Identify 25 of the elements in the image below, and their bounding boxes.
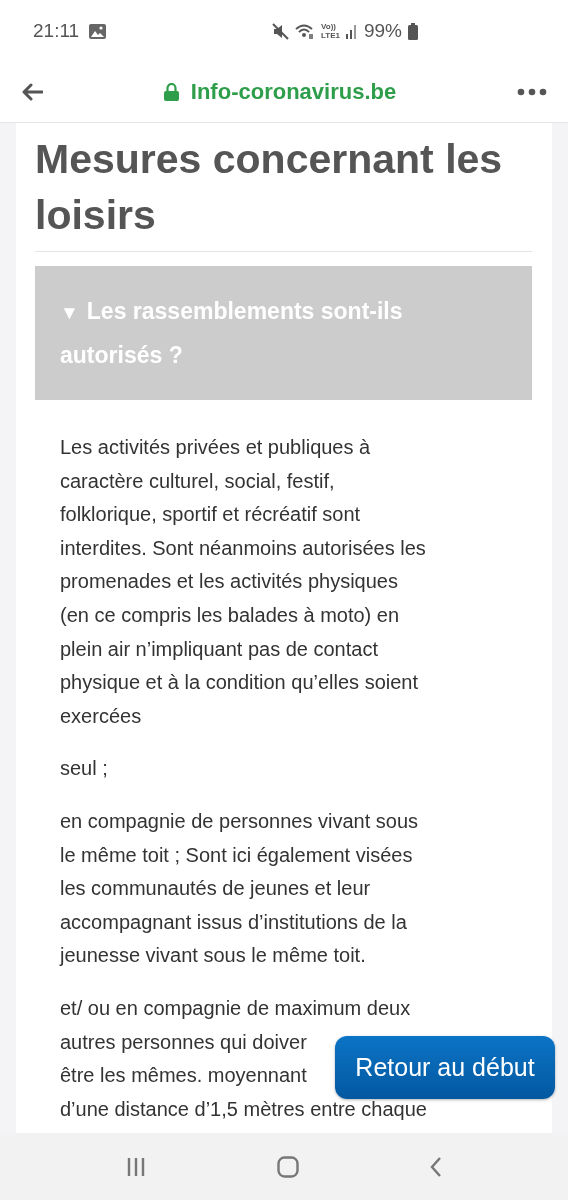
site-address[interactable]: Info-coronavirus.be <box>190 79 397 105</box>
recent-apps-icon[interactable] <box>125 1156 146 1177</box>
back-icon[interactable] <box>430 1156 443 1177</box>
more-icon[interactable] <box>517 88 547 96</box>
body-paragraph: en compagnie de personnes vivant sous le même toit ; Sont ici également visées les communautés de jeunes et leur accompagnant issus d’institutions de la jeunesse vivant sous le même toit. <box>60 808 419 969</box>
back-arrow-icon[interactable] <box>21 83 43 101</box>
back-to-top-button[interactable]: Retour au début <box>335 1036 555 1099</box>
signal-icon <box>345 23 358 39</box>
page-heading: Mesures concernant les loisirs <box>35 135 504 240</box>
volte-label: Vo)) <box>321 22 337 31</box>
text-line: autres personnes qui doiver <box>60 1029 307 1055</box>
home-icon[interactable] <box>277 1155 299 1178</box>
wifi-icon <box>295 22 315 40</box>
text-line: et/ ou en compagnie de maximum deux <box>60 995 411 1021</box>
body-paragraph: seul ; <box>60 756 109 782</box>
text-line: d’une distance d’1,5 mètres entre chaque <box>60 1096 427 1122</box>
text-line: être les mêmes. moyennant <box>60 1063 307 1089</box>
clock: 21:11 <box>33 20 80 42</box>
lock-icon <box>163 83 179 101</box>
body-paragraph: Les activités privées et publiques à caractère culturel, social, festif, folklorique, sportif et récréatif sont interdites. Sont néanmoins autorisées les promenades et les activités physiques (en ce compris les balades à moto) en plein air n’impliquant pas de contact physique et à la condition qu’elles soient exercées <box>60 435 427 729</box>
image-icon <box>89 23 107 39</box>
battery-level: 99% <box>363 20 402 42</box>
battery-icon <box>408 22 418 40</box>
mute-icon <box>272 22 289 40</box>
lte-label: LTE1 <box>321 31 340 40</box>
